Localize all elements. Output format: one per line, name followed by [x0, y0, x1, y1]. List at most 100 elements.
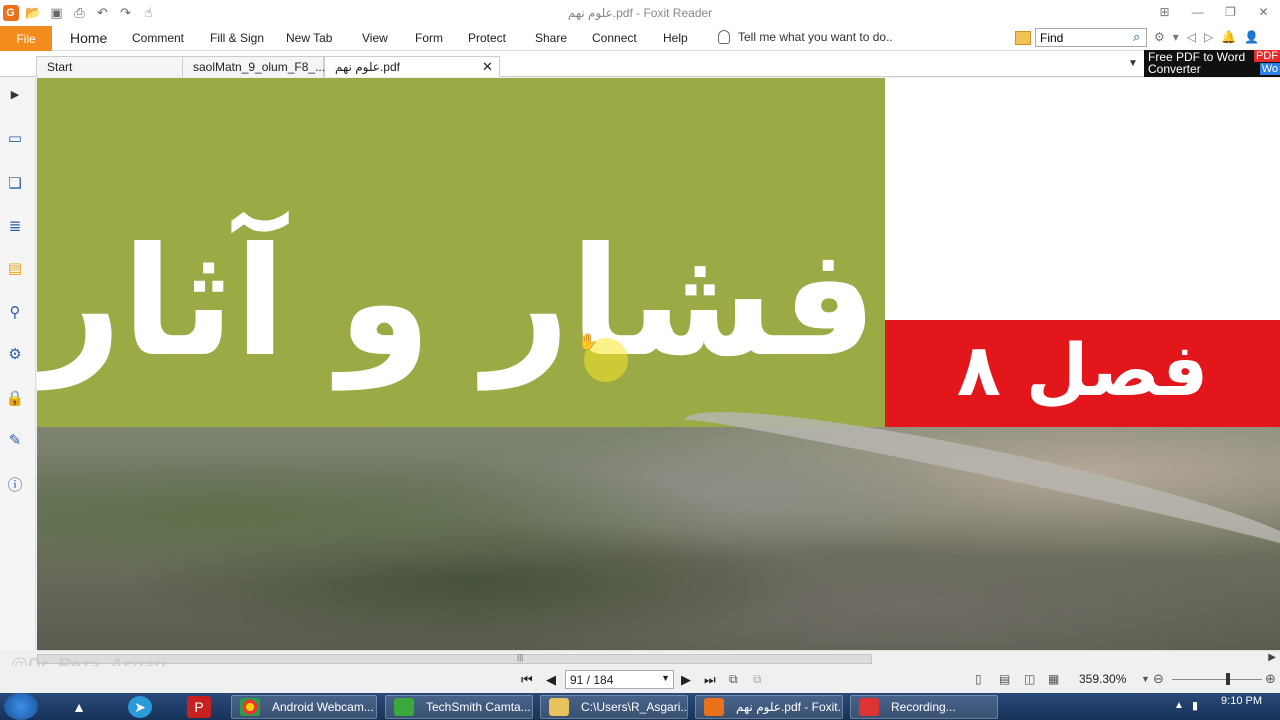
- minimize-button[interactable]: —: [1181, 2, 1214, 22]
- close-button[interactable]: ✕: [1247, 2, 1280, 22]
- save-icon[interactable]: ▣: [48, 4, 65, 21]
- redo-icon[interactable]: ↷: [117, 4, 134, 21]
- prev-arrow-icon[interactable]: ◁: [1187, 30, 1196, 44]
- gear-icon[interactable]: ⚙: [1154, 30, 1165, 44]
- telegram-icon[interactable]: ➤: [128, 696, 152, 718]
- print-icon[interactable]: ⎙: [71, 4, 88, 21]
- open-window-icon[interactable]: ⧉: [729, 672, 743, 686]
- system-tray: ▲ ▮ 9:10 PM: [1170, 693, 1280, 720]
- tab-connect[interactable]: Connect: [592, 31, 637, 45]
- bookmark-icon[interactable]: ▭: [5, 128, 25, 148]
- continuous-page-icon[interactable]: ▤: [999, 672, 1013, 686]
- chevron-down-icon[interactable]: ▼: [661, 673, 670, 683]
- promo-banner[interactable]: Free PDF to Word Converter PDF Wo: [1144, 50, 1280, 77]
- taskbar-app-camtasia[interactable]: TechSmith Camta...: [385, 695, 533, 719]
- continuous-facing-icon[interactable]: ▦: [1048, 672, 1062, 686]
- promo-badge2: Wo: [1259, 63, 1280, 75]
- zoom-in-icon[interactable]: ⊕: [1265, 671, 1279, 686]
- tray-arrow-icon[interactable]: ▲: [1174, 700, 1184, 711]
- chapter-title: فشار و آثار آن: [37, 216, 877, 390]
- horizontal-scrollbar[interactable]: ||| ▶: [37, 650, 1280, 666]
- tab-comment[interactable]: Comment: [132, 31, 184, 45]
- taskbar-app-foxit[interactable]: علوم نهم.pdf - Foxit...: [695, 695, 843, 719]
- layers-icon[interactable]: ≣: [5, 216, 25, 236]
- tab-new-tab[interactable]: New Tab: [286, 31, 332, 45]
- promo-badge: PDF: [1254, 50, 1280, 62]
- page-corner: [885, 78, 1280, 320]
- pages-icon[interactable]: ❏: [5, 173, 25, 193]
- ribbon-options-icon[interactable]: ⊞: [1148, 2, 1181, 22]
- status-bar: ⏮ ◀ 91 / 184 ▼ ▶ ⏭ ⧉ ⧉ ▯ ▤ ◫ ▦ 359.30% ▼…: [0, 666, 1280, 693]
- first-page-icon[interactable]: ⏮: [521, 672, 533, 688]
- last-page-icon[interactable]: ⏭: [704, 672, 716, 688]
- signature-icon[interactable]: ⚙: [5, 344, 25, 364]
- undo-icon[interactable]: ↶: [94, 4, 111, 21]
- tab-view[interactable]: View: [362, 31, 388, 45]
- taskbar-app-label: علوم نهم.pdf - Foxit...: [736, 700, 843, 714]
- tab-form[interactable]: Form: [415, 31, 443, 45]
- tab-protect[interactable]: Protect: [468, 31, 506, 45]
- lock-icon[interactable]: 🔒: [5, 388, 25, 408]
- psiphon-icon[interactable]: P: [187, 696, 211, 718]
- app-logo-icon: G: [2, 4, 19, 21]
- zoom-slider[interactable]: [1172, 679, 1262, 680]
- chevron-down-icon[interactable]: ▾: [1173, 30, 1179, 44]
- next-arrow-icon[interactable]: ▷: [1204, 30, 1213, 44]
- ribbon-tabs: File Home Comment Fill & Sign New Tab Vi…: [0, 26, 1280, 51]
- chapter-banner: فصل ۸: [885, 320, 1280, 427]
- page-number-input[interactable]: 91 / 184 ▼: [565, 670, 674, 689]
- start-button[interactable]: [4, 693, 38, 720]
- doc-tab-saolmatn[interactable]: saolMatn_9_olum_F8_...: [182, 56, 325, 77]
- navigation-panel: ▶ ▭ ❏ ≣ ▤ ⚲ ⚙ 🔒 ✎ ⓘ: [0, 78, 36, 650]
- window-title: علوم نهم.pdf - Foxit Reader: [567, 6, 713, 20]
- chevron-down-icon[interactable]: ▼: [1128, 58, 1138, 69]
- find-input[interactable]: [1035, 28, 1147, 47]
- record-icon: [859, 698, 879, 716]
- scroll-grip-icon: |||: [517, 653, 524, 662]
- prev-page-icon[interactable]: ◀: [546, 672, 556, 688]
- facing-page-icon[interactable]: ◫: [1024, 672, 1038, 686]
- search-icon[interactable]: ⌕: [1133, 29, 1140, 45]
- tell-me-search[interactable]: Tell me what you want to do..: [718, 30, 893, 44]
- user-icon[interactable]: 👤: [1244, 30, 1259, 44]
- expand-panel-icon[interactable]: ▶: [5, 84, 25, 104]
- tab-help[interactable]: Help: [663, 31, 688, 45]
- fit-window-icon[interactable]: ⧉: [753, 672, 767, 686]
- close-tab-icon[interactable]: ✕: [482, 59, 493, 75]
- tab-fill-sign[interactable]: Fill & Sign: [210, 31, 264, 45]
- info-icon[interactable]: ⓘ: [5, 474, 25, 494]
- pdf-page[interactable]: فشار و آثار آن فصل ۸: [37, 78, 1280, 650]
- comments-icon[interactable]: ▤: [5, 258, 25, 278]
- tab-file[interactable]: File: [0, 26, 52, 51]
- doc-tab-active[interactable]: علوم نهم.pdf: [324, 56, 500, 77]
- folder-search-icon[interactable]: [1015, 30, 1031, 45]
- camtasia-icon: [394, 698, 414, 716]
- scroll-right-icon[interactable]: ▶: [1268, 652, 1276, 663]
- taskbar-app-label: Recording...: [891, 700, 956, 714]
- quick-access-toolbar: G 📂 ▣ ⎙ ↶ ↷ ☝: [2, 4, 157, 21]
- taskbar-app-webcam[interactable]: Android Webcam...: [231, 695, 377, 719]
- clock[interactable]: 9:10 PM: [1221, 695, 1262, 707]
- doc-tab-start[interactable]: Start: [36, 56, 184, 77]
- taskbar-app-explorer[interactable]: C:\Users\R_Asgari...: [540, 695, 688, 719]
- tab-share[interactable]: Share: [535, 31, 567, 45]
- title-banner: فشار و آثار آن: [37, 78, 885, 427]
- single-page-icon[interactable]: ▯: [975, 672, 989, 686]
- tab-home[interactable]: Home: [70, 30, 107, 46]
- network-icon[interactable]: ▮: [1192, 699, 1198, 712]
- matlab-icon[interactable]: ▲: [67, 696, 91, 718]
- hand-tool-icon[interactable]: ☝: [140, 4, 157, 21]
- zoom-slider-knob[interactable]: [1226, 673, 1230, 685]
- open-icon[interactable]: 📂: [25, 4, 42, 21]
- taskbar-app-recording[interactable]: Recording...: [850, 695, 998, 719]
- hand-cursor-icon: ✋: [578, 334, 598, 351]
- zoom-out-icon[interactable]: ⊖: [1153, 671, 1167, 686]
- next-page-icon[interactable]: ▶: [681, 672, 691, 688]
- foxit-icon: [704, 698, 724, 716]
- zoom-level[interactable]: 359.30%: [1079, 672, 1126, 686]
- restore-button[interactable]: ❐: [1214, 2, 1247, 22]
- bell-icon[interactable]: 🔔: [1221, 30, 1236, 44]
- attachment-icon[interactable]: ⚲: [5, 302, 25, 322]
- search-tool-icon[interactable]: ✎: [5, 430, 25, 450]
- document-tabs: Start saolMatn_9_olum_F8_... علوم نهم.pd…: [0, 51, 1280, 77]
